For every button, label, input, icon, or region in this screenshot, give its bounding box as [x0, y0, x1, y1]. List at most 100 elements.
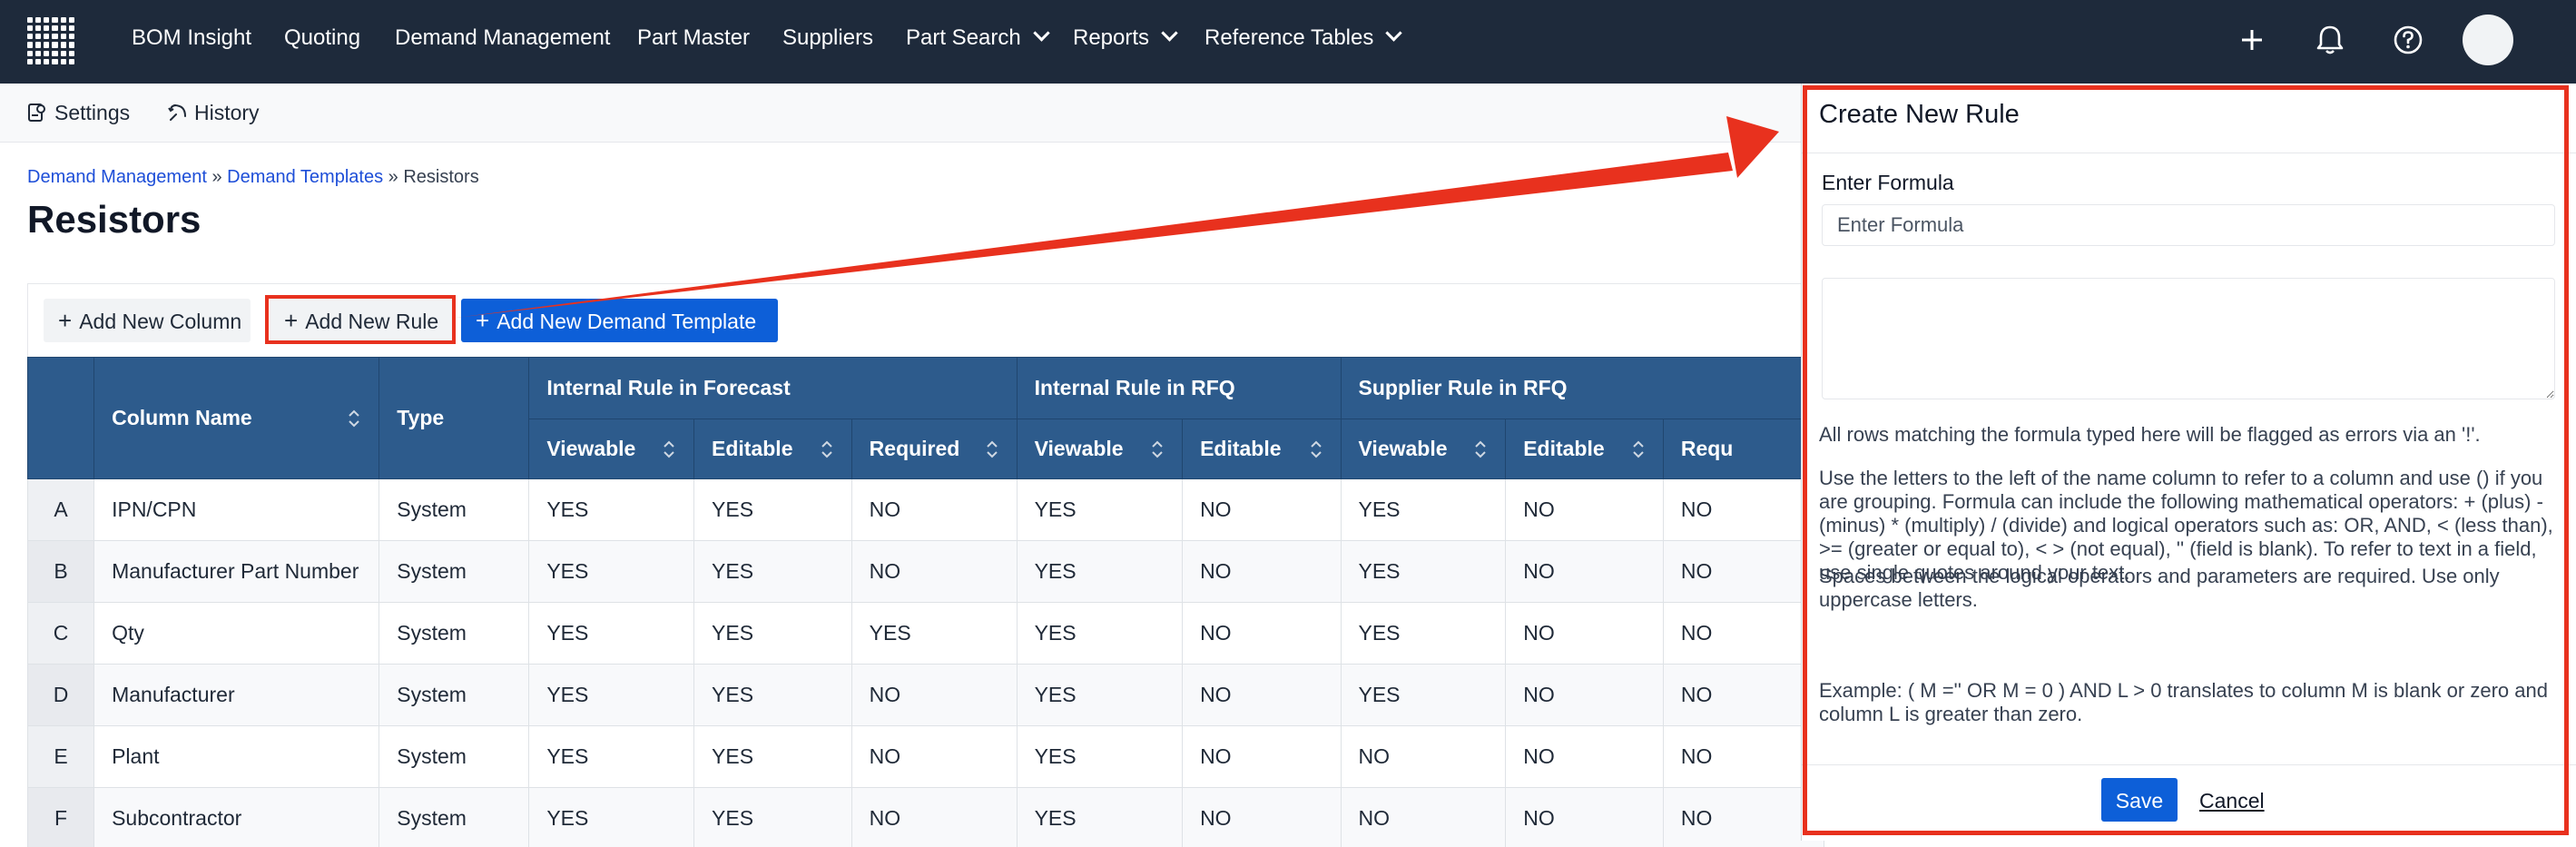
header-column-name[interactable]: Column Name [94, 358, 379, 479]
header-group-forecast: Internal Rule in Forecast [529, 358, 1017, 419]
cell-supplier-required: NO [1663, 726, 1824, 788]
settings-link[interactable]: Settings [27, 84, 130, 142]
sort-icon[interactable] [1310, 439, 1322, 459]
table-row[interactable]: A IPN/CPN System YES YES NO YES NO YES N… [28, 479, 1824, 541]
sort-icon[interactable] [1474, 439, 1487, 459]
formula-textarea[interactable] [1822, 278, 2555, 399]
nav-demand-management[interactable]: Demand Management [395, 0, 610, 84]
cell-forecast-required: NO [851, 726, 1017, 788]
cell-column-name: Subcontractor [94, 788, 379, 847]
cell-forecast-editable: YES [694, 665, 852, 726]
cell-column-name: Manufacturer [94, 665, 379, 726]
breadcrumb-demand-management[interactable]: Demand Management [27, 167, 207, 187]
cell-rfq-editable: NO [1183, 541, 1341, 603]
plus-icon[interactable] [2229, 17, 2275, 63]
formula-label: Enter Formula [1822, 171, 1954, 195]
cell-rfq-viewable: YES [1017, 665, 1182, 726]
table-row[interactable]: F Subcontractor System YES YES NO YES NO… [28, 788, 1824, 847]
row-letter: B [28, 541, 94, 603]
cell-rfq-editable: NO [1183, 788, 1341, 847]
cell-rfq-viewable: YES [1017, 541, 1182, 603]
header-forecast-viewable[interactable]: Viewable [529, 419, 694, 479]
settings-label: Settings [54, 101, 130, 124]
nav-part-search[interactable]: Part Search [906, 0, 1047, 84]
header-required-label: Required [870, 437, 960, 460]
header-forecast-editable[interactable]: Editable [694, 419, 852, 479]
cell-forecast-required: YES [851, 603, 1017, 665]
nav-reference-tables-label: Reference Tables [1204, 25, 1373, 50]
header-rfq-editable[interactable]: Editable [1183, 419, 1341, 479]
sort-icon[interactable] [986, 439, 998, 459]
add-new-rule-button[interactable]: +Add New Rule [270, 299, 453, 342]
cell-type: System [379, 541, 529, 603]
nav-part-search-label: Part Search [906, 25, 1021, 50]
help-text-flagging: All rows matching the formula typed here… [1819, 423, 2565, 447]
sort-icon[interactable] [1632, 439, 1645, 459]
cell-forecast-required: NO [851, 788, 1017, 847]
header-column-name-label: Column Name [112, 406, 252, 429]
header-editable-label: Editable [712, 437, 792, 460]
sort-icon[interactable] [821, 439, 833, 459]
nav-suppliers[interactable]: Suppliers [782, 0, 873, 84]
cell-forecast-editable: YES [694, 541, 852, 603]
cell-rfq-viewable: YES [1017, 479, 1182, 541]
history-label: History [194, 101, 260, 124]
cell-supplier-editable: NO [1506, 479, 1664, 541]
add-new-column-button[interactable]: + Add New Column [44, 299, 251, 342]
add-new-column-label: Add New Column [79, 310, 241, 333]
nav-reference-tables[interactable]: Reference Tables [1204, 0, 1400, 84]
cell-supplier-viewable: NO [1341, 788, 1506, 847]
row-letter: D [28, 665, 94, 726]
row-letter: F [28, 788, 94, 847]
cell-column-name: Plant [94, 726, 379, 788]
breadcrumb-demand-templates[interactable]: Demand Templates [227, 167, 383, 187]
cell-supplier-viewable: YES [1341, 479, 1506, 541]
header-group-supplier: Supplier Rule in RFQ [1341, 358, 1824, 419]
cell-supplier-viewable: YES [1341, 665, 1506, 726]
cell-rfq-editable: NO [1183, 665, 1341, 726]
cell-supplier-required: NO [1663, 541, 1824, 603]
cell-supplier-editable: NO [1506, 665, 1664, 726]
help-icon[interactable] [2385, 17, 2431, 63]
header-rfq-viewable[interactable]: Viewable [1017, 419, 1182, 479]
formula-input[interactable] [1822, 204, 2555, 246]
cell-type: System [379, 665, 529, 726]
header-supplier-required[interactable]: Requ [1663, 419, 1824, 479]
cancel-link[interactable]: Cancel [2199, 789, 2265, 813]
header-forecast-required[interactable]: Required [851, 419, 1017, 479]
bell-icon[interactable] [2307, 17, 2353, 63]
sort-icon[interactable] [663, 439, 675, 459]
history-link[interactable]: History [167, 84, 260, 142]
cell-supplier-required: NO [1663, 788, 1824, 847]
cell-column-name: IPN/CPN [94, 479, 379, 541]
cell-type: System [379, 788, 529, 847]
header-group-rfq: Internal Rule in RFQ [1017, 358, 1341, 419]
nav-bom-insight[interactable]: BOM Insight [132, 0, 251, 84]
cell-rfq-viewable: YES [1017, 603, 1182, 665]
table-row[interactable]: B Manufacturer Part Number System YES YE… [28, 541, 1824, 603]
avatar[interactable] [2463, 15, 2513, 65]
table-row[interactable]: D Manufacturer System YES YES NO YES NO … [28, 665, 1824, 726]
nav-reports[interactable]: Reports [1073, 0, 1175, 84]
table-row[interactable]: E Plant System YES YES NO YES NO NO NO N… [28, 726, 1824, 788]
sort-icon[interactable] [348, 409, 360, 428]
app-logo[interactable] [27, 17, 74, 64]
table-row[interactable]: C Qty System YES YES YES YES NO YES NO N… [28, 603, 1824, 665]
history-icon [167, 102, 189, 123]
cell-supplier-editable: NO [1506, 726, 1664, 788]
save-button[interactable]: Save [2101, 778, 2178, 822]
cell-supplier-editable: NO [1506, 603, 1664, 665]
cell-forecast-viewable: YES [529, 788, 694, 847]
add-new-demand-template-button[interactable]: +Add New Demand Template [461, 299, 778, 342]
nav-quoting[interactable]: Quoting [284, 0, 360, 84]
cell-forecast-editable: YES [694, 726, 852, 788]
plus-icon: + [58, 307, 72, 334]
nav-part-master[interactable]: Part Master [637, 0, 750, 84]
cell-supplier-editable: NO [1506, 541, 1664, 603]
cell-forecast-viewable: YES [529, 665, 694, 726]
settings-icon [27, 102, 47, 123]
header-supplier-editable[interactable]: Editable [1506, 419, 1664, 479]
header-supplier-viewable[interactable]: Viewable [1341, 419, 1506, 479]
sort-icon[interactable] [1151, 439, 1164, 459]
header-editable-label: Editable [1200, 437, 1281, 460]
